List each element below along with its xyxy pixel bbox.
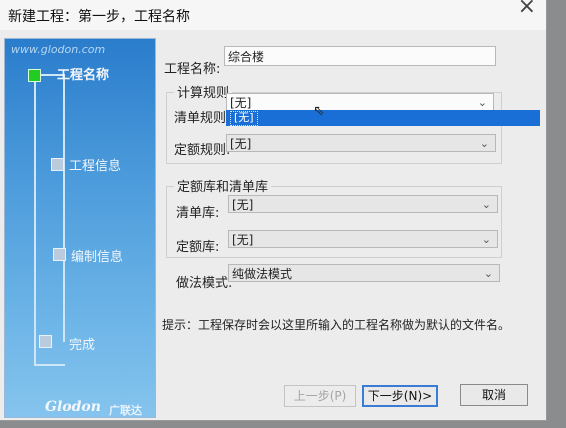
new-project-dialog: 新建工程：第一步，工程名称 × www.glodon.com 工程名称 工程信息… xyxy=(0,0,547,421)
quota-lib-select[interactable]: [无] ⌄ xyxy=(228,230,498,248)
wizard-sidebar: www.glodon.com 工程名称 工程信息 编制信息 完成 Glodon … xyxy=(4,38,156,418)
next-button[interactable]: 下一步(N)> xyxy=(362,385,438,407)
chevron-down-icon[interactable]: ⌄ xyxy=(484,265,493,283)
quota-lib-label: 定额库: xyxy=(176,240,220,255)
prev-button[interactable]: 上一步(P) xyxy=(284,385,356,407)
step-label-finish[interactable]: 完成 xyxy=(69,334,95,353)
chevron-down-icon[interactable]: ⌄ xyxy=(482,231,491,249)
bill-rule-label: 清单规则: xyxy=(174,111,231,126)
glodon-logo: Glodon xyxy=(45,399,101,415)
quota-rule-label: 定额规则: xyxy=(174,143,231,158)
project-name-input[interactable]: 综合楼 xyxy=(224,46,496,66)
cancel-button[interactable]: 取消 xyxy=(460,384,528,406)
glodon-logo-cn: 广联达 xyxy=(109,404,142,417)
step-label-project-name[interactable]: 工程名称 xyxy=(57,64,109,83)
bill-lib-select[interactable]: [无] ⌄ xyxy=(228,195,498,213)
dropdown-option[interactable]: [无] xyxy=(230,111,258,126)
quota-rule-value: [无] xyxy=(230,137,252,151)
project-name-label: 工程名称: xyxy=(164,62,221,77)
mode-label: 做法模式: xyxy=(176,276,233,291)
bill-rule-dropdown-list: [无] xyxy=(226,110,540,126)
mode-value: 纯做法模式 xyxy=(232,267,293,281)
bill-lib-label: 清单库: xyxy=(176,206,220,221)
step-label-compile-info[interactable]: 编制信息 xyxy=(71,246,123,265)
calc-rules-group-label: 计算规则 xyxy=(174,82,233,101)
project-name-value: 综合楼 xyxy=(228,50,265,64)
step-track xyxy=(34,74,36,366)
step-marker-compile-info xyxy=(53,248,66,261)
chevron-down-icon[interactable]: ⌄ xyxy=(480,135,489,153)
chevron-down-icon[interactable]: ⌄ xyxy=(482,196,491,214)
step-marker-project-info xyxy=(51,158,64,171)
step-track-inner xyxy=(63,74,65,342)
quota-rule-select[interactable]: [无] ⌄ xyxy=(226,134,496,152)
step-track-bottom xyxy=(34,364,65,366)
close-icon[interactable]: × xyxy=(518,0,536,19)
libraries-group-label: 定额库和清单库 xyxy=(174,176,272,195)
hint-text: 提示：工程保存时会以这里所输入的工程名称做为默认的文件名。 xyxy=(162,318,511,332)
title-bar: 新建工程：第一步，工程名称 × xyxy=(0,0,546,30)
step-label-project-info[interactable]: 工程信息 xyxy=(69,155,121,174)
window-title: 新建工程：第一步，工程名称 xyxy=(8,9,190,25)
step-marker-finish xyxy=(39,335,52,348)
mouse-cursor-icon: ⇖ xyxy=(313,103,325,119)
bill-lib-value: [无] xyxy=(232,198,254,212)
sidebar-watermark: www.glodon.com xyxy=(11,43,106,56)
step-marker-project-name xyxy=(28,69,41,82)
bill-rule-value: [无] xyxy=(230,96,252,110)
mode-select[interactable]: 纯做法模式 ⌄ xyxy=(228,264,500,282)
bill-rule-select[interactable]: [无] ⌄ xyxy=(226,93,494,111)
quota-lib-value: [无] xyxy=(232,233,254,247)
